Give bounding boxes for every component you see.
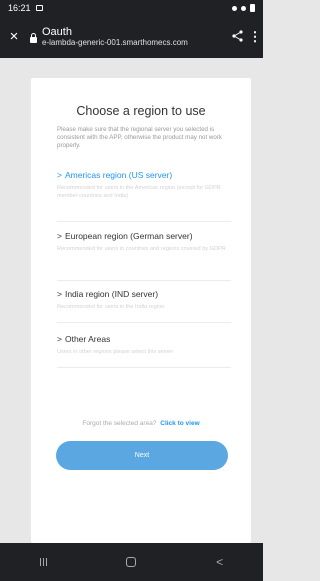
- browser-title-area: Oauth e-lambda-generic-001.smarthomecs.c…: [42, 26, 227, 48]
- region-name: India region (IND server): [64, 289, 159, 299]
- region-description: Recommended for users in the India regio…: [57, 304, 165, 310]
- status-icons: [232, 4, 255, 12]
- region-label: > European region (German server): [57, 231, 231, 242]
- chevron-right-icon: >: [57, 289, 62, 299]
- click-to-view-link[interactable]: Click to view: [160, 420, 199, 427]
- alarm-icon: [232, 5, 237, 11]
- region-option-americas[interactable]: > Americas region (US server) Recommended…: [57, 170, 231, 222]
- status-bar: 16:21: [0, 0, 263, 16]
- region-option-european[interactable]: > European region (German server) Recomme…: [57, 231, 231, 281]
- web-content: Choose a region to use Please make sure …: [0, 58, 263, 543]
- region-option-india[interactable]: > India region (IND server) Recommended f…: [57, 289, 231, 323]
- region-description: Recommended for users in countries and r…: [57, 246, 226, 252]
- chevron-right-icon: >: [57, 231, 62, 241]
- share-icon[interactable]: [227, 29, 247, 45]
- status-time: 16:21: [8, 3, 31, 13]
- more-icon[interactable]: ⋮: [247, 29, 263, 45]
- region-label: > Americas region (US server): [57, 170, 231, 181]
- back-icon[interactable]: <: [216, 555, 223, 569]
- region-label: > India region (IND server): [57, 289, 231, 300]
- chevron-right-icon: >: [57, 170, 62, 180]
- page-url: e-lambda-generic-001.smarthomecs.com: [42, 38, 188, 47]
- wifi-icon: [241, 5, 246, 11]
- next-button[interactable]: Next: [56, 441, 228, 470]
- region-notice: Please make sure that the regional serve…: [57, 126, 222, 149]
- battery-icon: [250, 4, 255, 12]
- region-name: Americas region (US server): [64, 170, 173, 180]
- region-description: Recommended for users in the Americas re…: [57, 185, 221, 199]
- home-icon[interactable]: [126, 557, 137, 567]
- page-heading: Choose a region to use: [76, 104, 206, 118]
- region-option-other[interactable]: > Other Areas Users in other regions plea…: [57, 334, 231, 368]
- region-card: Choose a region to use Please make sure …: [31, 78, 251, 543]
- region-name: Other Areas: [64, 334, 111, 344]
- close-icon[interactable]: ×: [0, 16, 28, 58]
- notification-icon: [35, 5, 43, 11]
- forgot-area-text: Forgot the selected area?: [82, 420, 157, 427]
- region-name: European region (German server): [64, 231, 193, 241]
- browser-toolbar: × Oauth e-lambda-generic-001.smarthomecs…: [0, 16, 263, 58]
- recent-apps-icon[interactable]: [39, 558, 47, 566]
- page-title: Oauth: [42, 26, 72, 38]
- chevron-right-icon: >: [57, 334, 62, 344]
- forgot-area-line: Forgot the selected area? Click to view: [31, 420, 251, 427]
- region-description: Users in other regions please select thi…: [57, 349, 174, 355]
- lock-icon: [28, 31, 38, 43]
- android-nav-bar: <: [0, 543, 263, 581]
- region-label: > Other Areas: [57, 334, 231, 345]
